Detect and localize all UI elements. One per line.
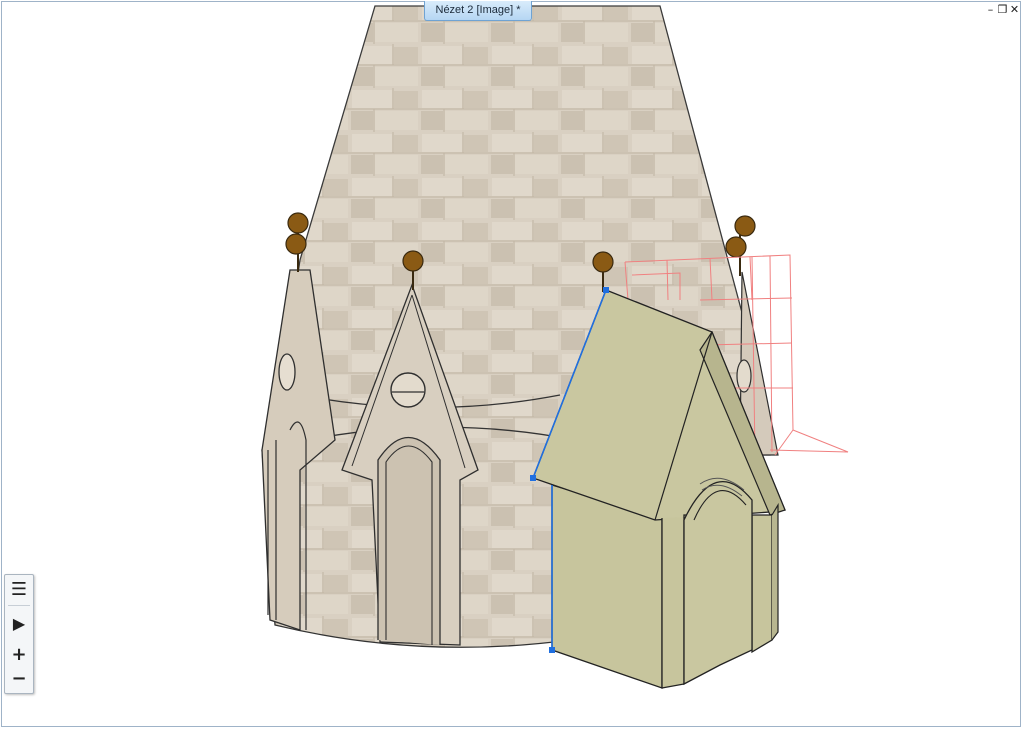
layers-list-icon[interactable]: ☰: [5, 578, 33, 602]
model-scene[interactable]: [0, 0, 1024, 730]
window-controls: – ❐ ✕: [985, 3, 1020, 17]
zoom-out-button[interactable]: −: [5, 669, 33, 689]
navigation-toolbar: ☰ ▶ + −: [4, 574, 34, 694]
selection-handle-mid[interactable]: [530, 475, 536, 481]
restore-icon[interactable]: ❐: [997, 3, 1008, 17]
minimize-icon[interactable]: –: [985, 3, 996, 17]
close-icon[interactable]: ✕: [1009, 3, 1020, 17]
right-oculus: [736, 359, 752, 393]
toolbar-divider: [8, 605, 30, 606]
view-title-tab[interactable]: Nézet 2 [Image] *: [424, 1, 532, 21]
selection-handle-bottom[interactable]: [549, 647, 555, 653]
selection-handle-top[interactable]: [603, 287, 609, 293]
zoom-in-button[interactable]: +: [5, 645, 33, 665]
3d-viewport[interactable]: Nézet 2 [Image] * – ❐ ✕ ☰ ▶ + −: [0, 0, 1024, 730]
play-icon[interactable]: ▶: [5, 612, 33, 636]
